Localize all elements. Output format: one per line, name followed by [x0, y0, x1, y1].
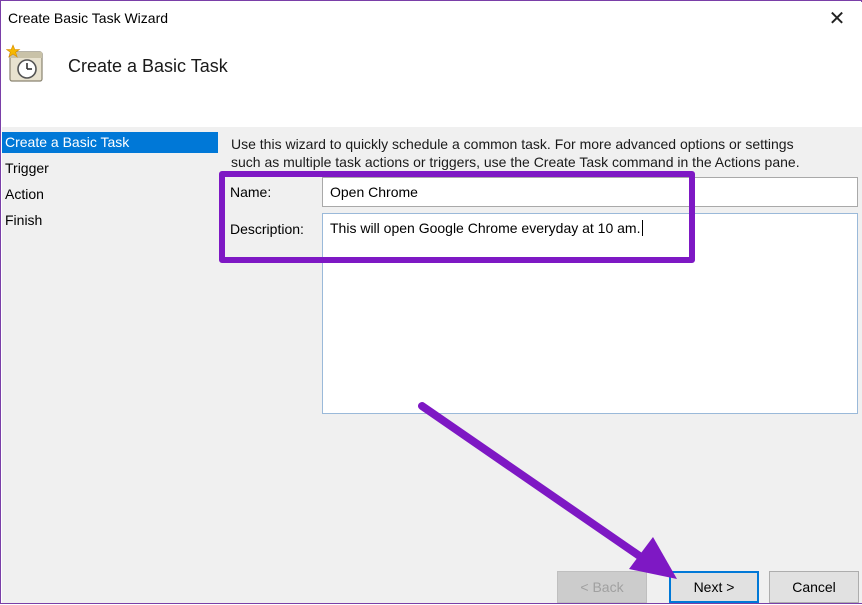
- title-bar: Create Basic Task Wizard ✕: [2, 2, 862, 34]
- back-button[interactable]: < Back: [557, 571, 647, 603]
- nav-step-action[interactable]: Action: [2, 184, 218, 205]
- nav-step-finish[interactable]: Finish: [2, 210, 218, 231]
- next-button[interactable]: Next >: [669, 571, 759, 603]
- intro-line-1: Use this wizard to quickly schedule a co…: [231, 136, 794, 152]
- intro-line-2: such as multiple task actions or trigger…: [231, 154, 800, 170]
- wizard-steps-nav: Create a Basic Task Trigger Action Finis…: [2, 127, 218, 603]
- page-title: Create a Basic Task: [68, 56, 228, 76]
- annotation-highlight-box: [219, 171, 695, 263]
- scheduler-clock-icon: [6, 44, 43, 82]
- window-title: Create Basic Task Wizard: [8, 10, 169, 26]
- close-button[interactable]: ✕: [826, 6, 848, 30]
- nav-step-create-basic-task[interactable]: Create a Basic Task: [2, 132, 218, 153]
- nav-step-trigger[interactable]: Trigger: [2, 158, 218, 179]
- intro-text: Use this wizard to quickly schedule a co…: [231, 135, 851, 171]
- wizard-header: Create a Basic Task: [2, 34, 862, 127]
- cancel-button[interactable]: Cancel: [769, 571, 859, 603]
- wizard-window: Create Basic Task Wizard ✕ Create a Basi…: [0, 0, 862, 604]
